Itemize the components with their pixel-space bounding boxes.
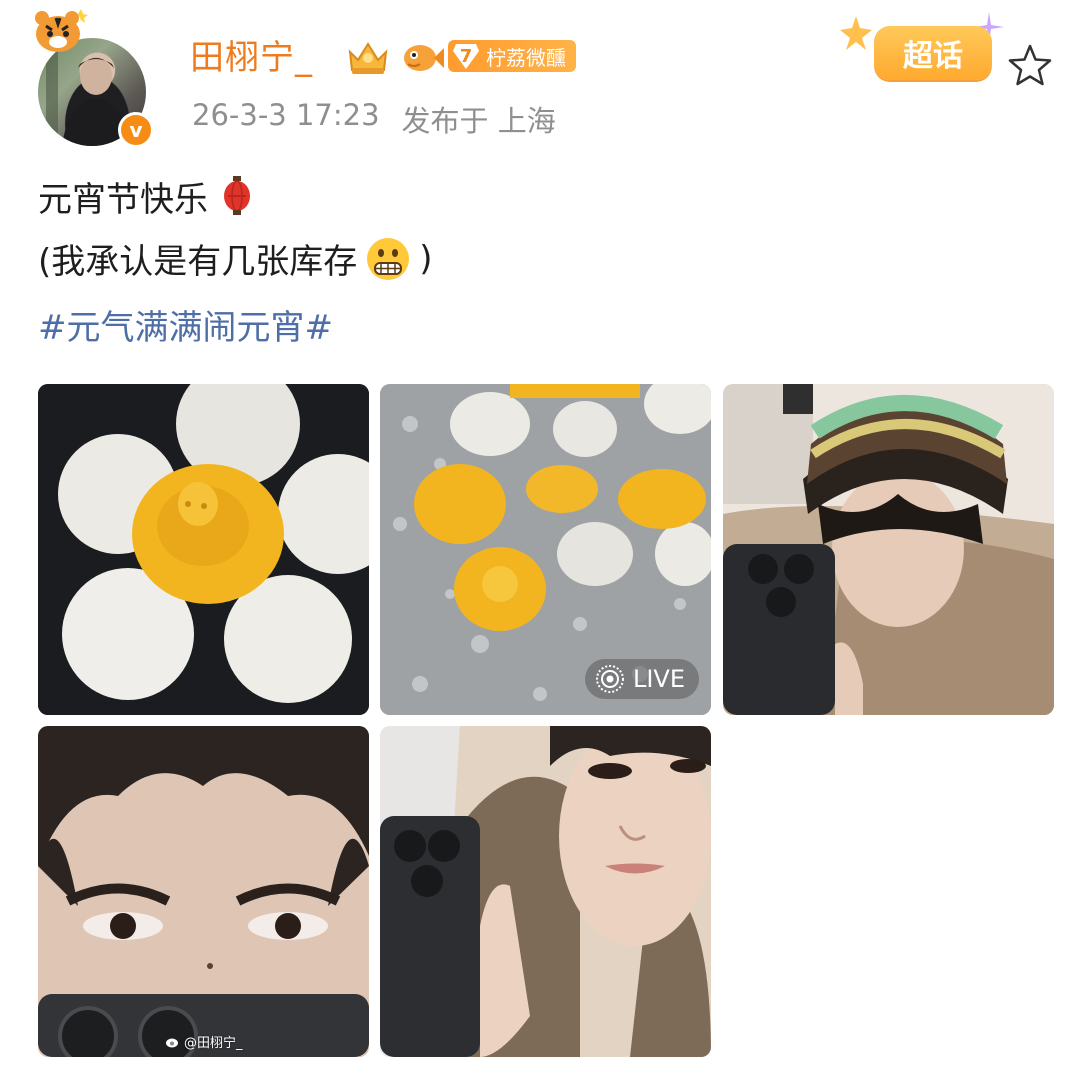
post-text-line-1: 元宵节快乐 — [38, 172, 252, 221]
crown-badge-icon[interactable] — [344, 38, 392, 78]
post-text-greeting: 元宵节快乐 — [38, 180, 208, 220]
hashtag-link[interactable]: #元气满满闹元宵# — [38, 300, 333, 349]
post-text-close: ) — [419, 238, 433, 279]
fan-badge-label: 柠荔微醺 — [486, 45, 566, 70]
live-icon — [595, 665, 624, 693]
live-badge[interactable]: LIVE — [584, 659, 699, 699]
tangyuan-boiling-photo[interactable]: LIVE — [380, 384, 711, 715]
live-label: LIVE — [632, 665, 685, 693]
post-time: 26-3-3 17:23 — [192, 98, 380, 132]
fan-level-icon: 7 — [452, 42, 480, 70]
post-location: 发布于 上海 — [401, 104, 556, 138]
watermark-text: @田栩宁_ — [184, 1036, 243, 1051]
eyes-closeup-photo[interactable]: @田栩宁_ — [38, 726, 369, 1057]
fan-level-badge[interactable]: 7 柠荔微醺 — [448, 40, 576, 72]
post-text-line-2: (我承认是有几张库存 ) — [38, 234, 433, 283]
lantern-icon — [224, 175, 250, 215]
user-avatar-block[interactable]: v — [32, 8, 162, 148]
post-text-aside: (我承认是有几张库存 — [38, 242, 358, 282]
star-icon[interactable] — [1006, 42, 1054, 90]
fish-badge-icon[interactable] — [400, 38, 444, 78]
chaohua-label: 超话 — [874, 26, 992, 80]
tangyuan-bowl-photo[interactable] — [38, 384, 369, 715]
verified-badge: v — [118, 112, 154, 148]
weibo-logo-icon — [166, 1038, 178, 1047]
username[interactable]: 田栩宁_ — [190, 30, 313, 79]
watermark: @田栩宁_ — [166, 1032, 243, 1051]
selfie-fur-collar-photo[interactable] — [380, 726, 711, 1057]
sparkle-star-icon — [840, 16, 872, 50]
post-meta: 26-3-3 17:23 发布于 上海 — [192, 98, 556, 140]
grimace-emoji-icon — [367, 237, 410, 280]
tiger-icon — [35, 9, 88, 52]
selfie-beanie-photo[interactable] — [723, 384, 1054, 715]
chaohua-button[interactable]: 超话 — [834, 12, 1004, 92]
